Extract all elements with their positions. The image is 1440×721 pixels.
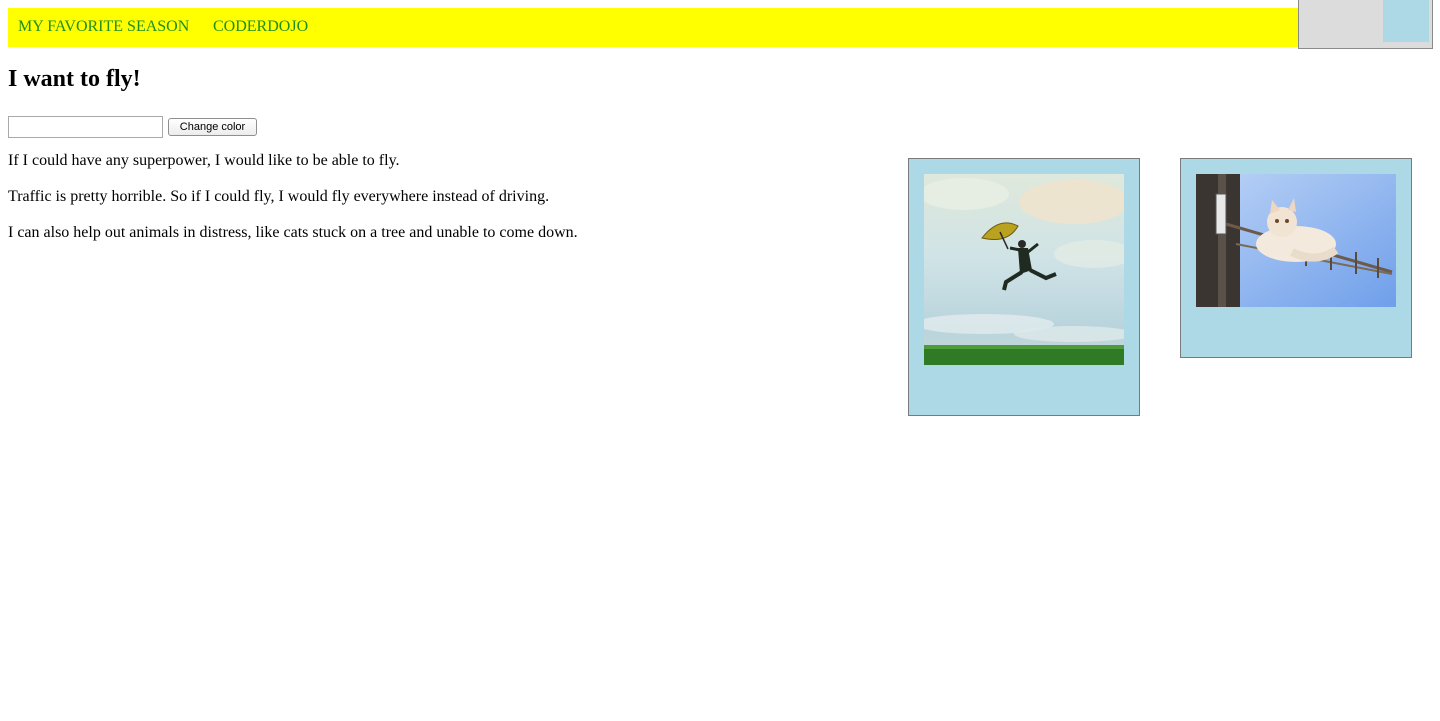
page-title: I want to fly! [8, 66, 141, 92]
paragraph-superpower: If I could have any superpower, I would … [8, 152, 400, 169]
cat-on-antenna-image [1196, 174, 1396, 307]
image-card-flying [908, 158, 1140, 416]
nav-link-coderdojo[interactable]: CODERDOJO [213, 18, 308, 36]
image-card-cat [1180, 158, 1412, 358]
corner-color-box [1298, 0, 1433, 49]
color-input[interactable] [8, 116, 163, 138]
color-swatch [1383, 0, 1429, 42]
nav-link-my-favorite-season[interactable]: MY FAVORITE SEASON [18, 18, 189, 36]
paragraph-traffic: Traffic is pretty horrible. So if I coul… [8, 188, 550, 205]
paragraph-animals: I can also help out animals in distress,… [8, 224, 578, 241]
change-color-button[interactable]: Change color [168, 118, 257, 136]
top-nav-bar: MY FAVORITE SEASON CODERDOJO [8, 8, 1433, 47]
flying-person-image [924, 174, 1124, 365]
